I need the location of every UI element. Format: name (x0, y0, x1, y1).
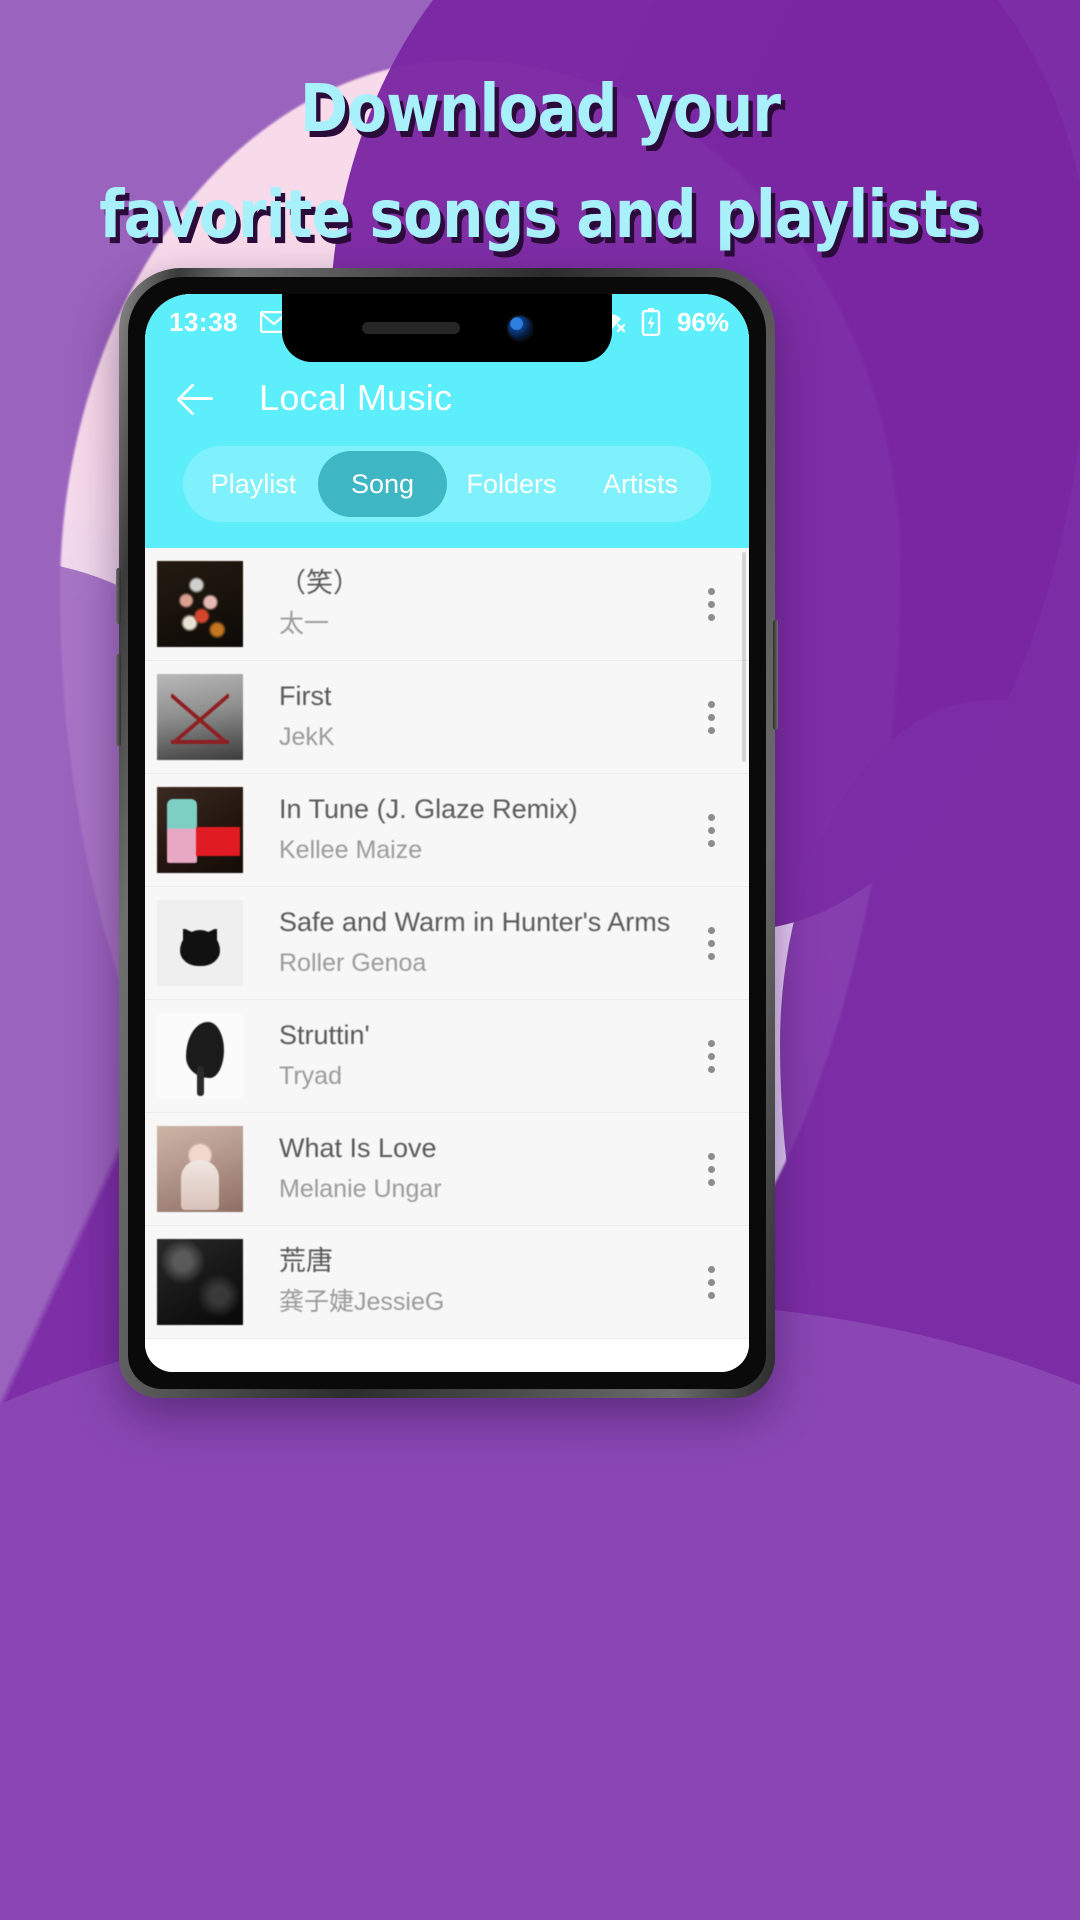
overflow-dot (707, 1039, 715, 1047)
overflow-dot (707, 1278, 715, 1286)
overflow-dot (707, 1165, 715, 1173)
page-title: Local Music (259, 377, 453, 418)
song-text-block: Safe and Warm in Hunter's Arms Roller Gen… (279, 906, 689, 979)
overflow-menu-icon[interactable] (689, 1265, 733, 1299)
album-art (157, 561, 243, 647)
headline-line-1: Download your (299, 70, 781, 147)
overflow-dot (707, 713, 715, 721)
song-list-wrapper: （笑） 太一 First JekK In Tune (J. Glaze Remix) Ke… (145, 548, 749, 1372)
phone-mockup: 13:38 96% Local Music Playlist Song Fold… (116, 268, 778, 1398)
song-text-block: Struttin' Tryad (279, 1019, 689, 1092)
phone-bezel: 13:38 96% Local Music Playlist Song Fold… (128, 277, 766, 1389)
tab-folders[interactable]: Folders (447, 451, 576, 517)
song-row[interactable]: 荒唐龚子婕JessieG (145, 1226, 749, 1339)
overflow-dot (707, 826, 715, 834)
album-art (157, 1239, 243, 1325)
song-row[interactable]: （笑） 太一 (145, 548, 749, 661)
song-artist: Kellee Maize (279, 836, 423, 865)
album-art (157, 674, 243, 760)
tab-artists[interactable]: Artists (576, 451, 705, 517)
song-text-block: First JekK (279, 680, 689, 753)
song-row[interactable]: What Is Love Melanie Ungar (145, 1113, 749, 1226)
overflow-dot (707, 813, 715, 821)
song-text-block: In Tune (J. Glaze Remix) Kellee Maize (279, 793, 689, 866)
overflow-dot (707, 939, 715, 947)
overflow-dot (707, 1291, 715, 1299)
overflow-dot (707, 1065, 715, 1073)
overflow-dot (707, 952, 715, 960)
song-text-block: （笑） 太一 (279, 567, 689, 640)
song-title: First (279, 681, 332, 712)
tab-song[interactable]: Song (318, 451, 447, 517)
status-time: 13:38 (169, 306, 238, 337)
song-artist: Tryad (279, 1062, 342, 1091)
song-row[interactable]: Struttin' Tryad (145, 1000, 749, 1113)
overflow-menu-icon[interactable] (689, 1152, 733, 1186)
album-art (157, 787, 243, 873)
overflow-dot (707, 587, 715, 595)
song-title: What Is Love (279, 1133, 437, 1164)
promo-screenshot: Download your favorite songs and playlis… (0, 0, 1080, 1920)
overflow-menu-icon[interactable] (689, 700, 733, 734)
overflow-dot (707, 1052, 715, 1060)
song-title: In Tune (J. Glaze Remix) (279, 794, 578, 825)
overflow-menu-icon[interactable] (689, 1039, 733, 1073)
music-app: 13:38 96% Local Music Playlist Song Fold… (145, 294, 749, 1372)
promo-headline: Download your favorite songs and playlis… (0, 56, 1080, 268)
overflow-dot (707, 613, 715, 621)
phone-notch (282, 294, 612, 362)
headline-line-2: favorite songs and playlists (99, 176, 981, 253)
phone-button-power[interactable] (773, 620, 778, 730)
overflow-dot (707, 600, 715, 608)
app-bar: 13:38 96% Local Music Playlist Song Fold… (145, 294, 749, 548)
back-arrow-icon[interactable] (175, 376, 219, 420)
list-scrollbar[interactable] (742, 552, 746, 762)
song-artist: JekK (279, 723, 335, 752)
song-row[interactable]: In Tune (J. Glaze Remix) Kellee Maize (145, 774, 749, 887)
song-list[interactable]: （笑） 太一 First JekK In Tune (J. Glaze Remix) Ke… (145, 548, 749, 1339)
song-title: 荒唐 (279, 1246, 333, 1277)
song-title: Struttin' (279, 1020, 370, 1051)
front-camera-icon (508, 316, 532, 340)
song-row[interactable]: Safe and Warm in Hunter's Arms Roller Gen… (145, 887, 749, 1000)
song-artist: 龚子婕JessieG (279, 1288, 445, 1317)
overflow-menu-icon[interactable] (689, 813, 733, 847)
phone-screen: 13:38 96% Local Music Playlist Song Fold… (145, 294, 749, 1372)
phone-button-volume[interactable] (116, 654, 121, 746)
overflow-dot (707, 839, 715, 847)
song-artist: Roller Genoa (279, 949, 427, 978)
album-art (157, 900, 243, 986)
tab-pill-container: Playlist Song Folders Artists (183, 446, 711, 522)
battery-charging-icon (641, 308, 661, 336)
battery-percentage: 96% (676, 306, 729, 337)
album-art (157, 1013, 243, 1099)
overflow-dot (707, 1265, 715, 1273)
song-title: Safe and Warm in Hunter's Arms (279, 907, 671, 938)
phone-frame: 13:38 96% Local Music Playlist Song Fold… (116, 268, 778, 1398)
overflow-menu-icon[interactable] (689, 926, 733, 960)
phone-button-silent[interactable] (116, 568, 121, 624)
earpiece-speaker-icon (362, 322, 460, 334)
overflow-dot (707, 1152, 715, 1160)
song-title: （笑） (279, 568, 360, 599)
tab-playlist[interactable]: Playlist (189, 451, 318, 517)
song-text-block: 荒唐龚子婕JessieG (279, 1245, 689, 1318)
song-artist: 太一 (279, 610, 330, 639)
song-artist: Melanie Ungar (279, 1175, 442, 1204)
song-text-block: What Is Love Melanie Ungar (279, 1132, 689, 1205)
album-art (157, 1126, 243, 1212)
overflow-dot (707, 1178, 715, 1186)
overflow-dot (707, 926, 715, 934)
overflow-menu-icon[interactable] (689, 587, 733, 621)
tab-bar: Playlist Song Folders Artists (145, 446, 749, 548)
overflow-dot (707, 726, 715, 734)
song-row[interactable]: First JekK (145, 661, 749, 774)
overflow-dot (707, 700, 715, 708)
title-bar: Local Music (145, 350, 749, 446)
